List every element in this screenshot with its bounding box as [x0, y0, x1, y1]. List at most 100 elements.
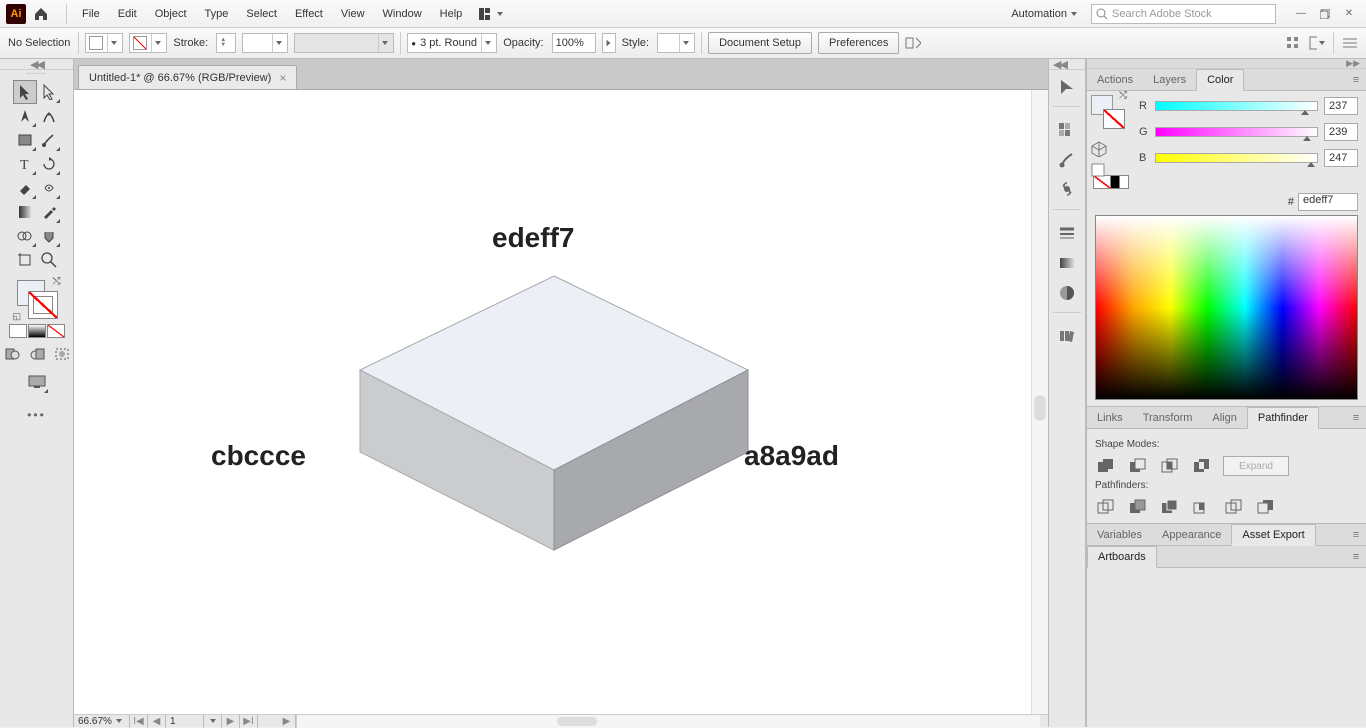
expand-button[interactable]: Expand — [1223, 456, 1289, 476]
opacity-value[interactable]: 100% — [552, 33, 596, 53]
close-tab-icon[interactable]: × — [279, 71, 286, 85]
merge-button[interactable] — [1159, 497, 1181, 517]
g-slider[interactable] — [1155, 127, 1318, 137]
artboard-number[interactable]: 1 — [166, 715, 204, 728]
panel-swap-icon[interactable]: ⤭ — [1119, 90, 1127, 101]
minus-back-button[interactable] — [1255, 497, 1277, 517]
home-button[interactable] — [30, 3, 52, 25]
asset-panel-menu-icon[interactable]: ≡ — [1346, 525, 1366, 545]
rotate-tool[interactable] — [37, 152, 61, 176]
pathfinder-panel-menu-icon[interactable]: ≡ — [1346, 408, 1366, 428]
tab-appearance[interactable]: Appearance — [1152, 525, 1231, 545]
zoom-tool[interactable] — [37, 248, 61, 272]
menu-object[interactable]: Object — [146, 4, 196, 24]
artboards-panel-menu-icon[interactable]: ≡ — [1346, 547, 1366, 567]
panel-stroke[interactable] — [1103, 109, 1125, 129]
search-stock-input[interactable]: Search Adobe Stock — [1091, 4, 1276, 24]
artboard-tool[interactable] — [13, 248, 37, 272]
g-value[interactable]: 239 — [1324, 123, 1358, 141]
panel-fill-stroke-proxy[interactable]: ⤭ — [1091, 95, 1125, 129]
horizontal-scrollbar[interactable] — [296, 715, 1040, 728]
stroke-weight-stepper[interactable]: ▲▼ — [216, 33, 236, 53]
status-popup[interactable]: ▶ — [278, 715, 296, 728]
tab-align[interactable]: Align — [1202, 408, 1246, 428]
default-fill-stroke-icon[interactable]: ◱ — [13, 311, 22, 322]
canvas[interactable]: edeff7 cbccce a8a9ad — [74, 90, 1031, 714]
strip-transparency-icon[interactable] — [1054, 280, 1080, 306]
arrange-documents[interactable] — [479, 5, 503, 23]
exclude-button[interactable] — [1191, 456, 1213, 476]
right-collapse[interactable]: ▶▶ — [1087, 59, 1366, 69]
document-tab[interactable]: Untitled-1* @ 66.67% (RGB/Preview) × — [78, 65, 297, 89]
tab-asset-export[interactable]: Asset Export — [1231, 524, 1315, 546]
tab-variables[interactable]: Variables — [1087, 525, 1152, 545]
menu-effect[interactable]: Effect — [286, 4, 332, 24]
window-restore[interactable] — [1318, 7, 1332, 21]
menu-view[interactable]: View — [332, 4, 374, 24]
unite-button[interactable] — [1095, 456, 1117, 476]
live-paint-tool[interactable] — [37, 224, 61, 248]
color-spectrum[interactable] — [1095, 215, 1358, 400]
first-artboard[interactable]: I◀ — [130, 715, 148, 728]
tools-grip[interactable]: ▪▪▪▪▪▪▪ — [7, 70, 67, 78]
draw-inside[interactable] — [50, 342, 74, 366]
r-slider[interactable] — [1155, 101, 1318, 111]
tab-layers[interactable]: Layers — [1143, 70, 1196, 90]
strip-stroke-icon[interactable] — [1054, 220, 1080, 246]
outline-button[interactable] — [1223, 497, 1245, 517]
hex-input[interactable]: edeff7 — [1298, 193, 1358, 211]
b-value[interactable]: 247 — [1324, 149, 1358, 167]
menu-type[interactable]: Type — [196, 4, 238, 24]
curvature-tool[interactable] — [37, 104, 61, 128]
eyedropper-tool[interactable] — [37, 200, 61, 224]
strip-gradient-icon[interactable] — [1054, 250, 1080, 276]
paintbrush-tool[interactable] — [37, 128, 61, 152]
brush-definition[interactable]: ● 3 pt. Round — [407, 33, 497, 53]
screen-mode[interactable] — [25, 370, 49, 394]
document-setup-button[interactable]: Document Setup — [708, 32, 812, 54]
prev-artboard[interactable]: ◀ — [148, 715, 166, 728]
selection-tool[interactable] — [13, 80, 37, 104]
menu-file[interactable]: File — [73, 4, 109, 24]
color-3d-icon[interactable] — [1091, 141, 1107, 157]
strip-properties-icon[interactable] — [1054, 74, 1080, 100]
window-close[interactable]: ✕ — [1342, 7, 1356, 21]
draw-behind[interactable] — [25, 342, 49, 366]
menu-window[interactable]: Window — [374, 4, 431, 24]
free-transform-tool[interactable] — [37, 176, 61, 200]
direct-selection-tool[interactable] — [37, 80, 61, 104]
window-minimize[interactable]: — — [1294, 7, 1308, 21]
tools-collapse[interactable]: ◀◀ — [0, 59, 73, 70]
align-to-dropdown[interactable] — [905, 35, 921, 51]
tab-pathfinder[interactable]: Pathfinder — [1247, 407, 1319, 429]
color-mode-none[interactable] — [47, 324, 65, 338]
color-mode-gradient[interactable] — [28, 324, 46, 338]
crop-button[interactable] — [1191, 497, 1213, 517]
swap-fill-stroke-icon[interactable]: ⤭ — [53, 276, 61, 287]
tab-links[interactable]: Links — [1087, 408, 1133, 428]
eraser-tool[interactable] — [13, 176, 37, 200]
menu-select[interactable]: Select — [237, 4, 286, 24]
minus-front-button[interactable] — [1127, 456, 1149, 476]
proxy-stroke[interactable] — [29, 292, 57, 318]
tab-actions[interactable]: Actions — [1087, 70, 1143, 90]
strip-symbols-icon[interactable] — [1054, 177, 1080, 203]
graphic-style[interactable] — [657, 33, 695, 53]
isolate-icon[interactable] — [1309, 35, 1325, 51]
transform-panel-icon[interactable] — [1285, 35, 1301, 51]
vertical-scrollbar[interactable] — [1031, 90, 1048, 714]
variable-width-profile[interactable] — [294, 33, 394, 53]
tab-color[interactable]: Color — [1196, 69, 1244, 91]
next-artboard[interactable]: ▶ — [222, 715, 240, 728]
menu-edit[interactable]: Edit — [109, 4, 146, 24]
strip-collapse[interactable]: ◀◀ — [1049, 59, 1085, 70]
b-slider[interactable] — [1155, 153, 1318, 163]
last-artboard[interactable]: ▶I — [240, 715, 258, 728]
tab-artboards[interactable]: Artboards — [1087, 546, 1157, 568]
tab-transform[interactable]: Transform — [1133, 408, 1203, 428]
menu-help[interactable]: Help — [431, 4, 472, 24]
preferences-button[interactable]: Preferences — [818, 32, 899, 54]
color-panel-menu-icon[interactable]: ≡ — [1346, 70, 1366, 90]
divide-button[interactable] — [1095, 497, 1117, 517]
gradient-tool[interactable] — [13, 200, 37, 224]
